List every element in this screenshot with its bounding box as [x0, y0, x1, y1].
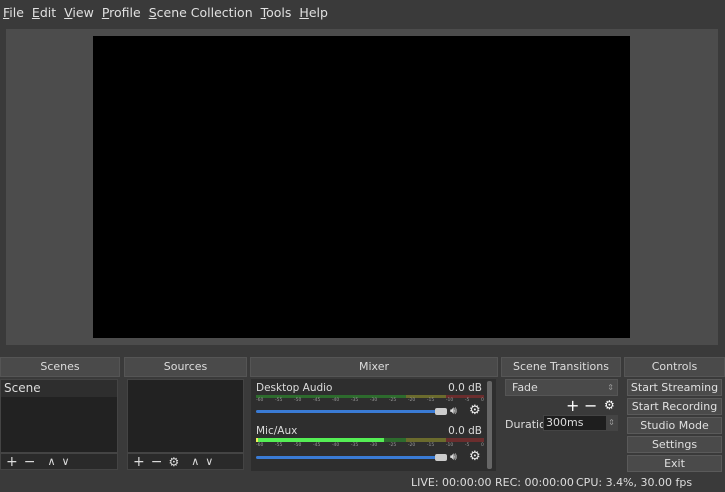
gear-icon[interactable]: ⚙ — [604, 398, 615, 412]
menu-help[interactable]: Help — [299, 5, 328, 20]
rec-time: REC: 00:00:00 — [495, 476, 574, 489]
transition-selected: Fade — [512, 381, 538, 394]
menu-scene-collection[interactable]: Scene Collection — [149, 5, 253, 20]
tick: -25 — [388, 443, 397, 448]
scenes-toolbar: + − ∧ ∨ — [0, 453, 118, 470]
sources-toolbar: + − ⚙ ∧ ∨ — [127, 453, 244, 470]
spinner-icon[interactable]: ⇕ — [606, 416, 617, 430]
add-icon[interactable]: + — [6, 454, 18, 470]
start-recording-button[interactable]: Start Recording — [627, 398, 722, 415]
tick: -5 — [464, 443, 470, 448]
mixer-scrollbar[interactable] — [487, 381, 492, 469]
channel-name: Mic/Aux — [256, 425, 298, 437]
duration-value: 300ms — [546, 416, 584, 429]
tick: 0 — [480, 443, 484, 448]
duration-input[interactable]: 300ms ⇕ — [543, 415, 618, 431]
gear-icon[interactable]: ⚙ — [168, 455, 179, 469]
channel-db: 0.0 dB — [448, 425, 482, 437]
scenes-list[interactable]: Scene — [0, 379, 118, 453]
meter-ticks: -60 -55 -50 -45 -40 -35 -30 -25 -20 -15 -10 -5 0 — [256, 443, 484, 448]
menu-tools[interactable]: Tools — [261, 5, 292, 20]
tick: -10 — [445, 398, 454, 403]
studio-mode-button[interactable]: Studio Mode — [627, 417, 722, 434]
tick: -15 — [426, 398, 435, 403]
tick: -35 — [350, 443, 359, 448]
remove-transition-icon[interactable]: − — [584, 396, 597, 415]
tick: -60 — [256, 398, 264, 403]
exit-button[interactable]: Exit — [627, 455, 722, 472]
tick: -40 — [331, 443, 340, 448]
channel-name: Desktop Audio — [256, 382, 333, 394]
tick: -50 — [293, 443, 302, 448]
menu-profile[interactable]: Profile — [102, 5, 141, 20]
tick: -45 — [312, 398, 321, 403]
volume-slider[interactable] — [256, 410, 436, 413]
tick: -10 — [445, 443, 454, 448]
add-transition-icon[interactable]: + — [566, 396, 579, 415]
tick: -30 — [369, 443, 378, 448]
volume-slider-handle[interactable] — [435, 454, 447, 461]
controls-dock-title: Controls — [624, 357, 725, 377]
menu-view[interactable]: View — [64, 5, 94, 20]
channel-db: 0.0 dB — [448, 382, 482, 394]
menu-bar: File Edit View Profile Scene Collection … — [0, 0, 725, 24]
volume-meter — [256, 438, 484, 442]
menu-file[interactable]: File — [3, 5, 24, 20]
gear-icon[interactable]: ⚙ — [469, 449, 481, 464]
add-icon[interactable]: + — [133, 454, 145, 470]
tick: -15 — [426, 443, 435, 448]
tick: -35 — [350, 398, 359, 403]
move-down-icon[interactable]: ∨ — [62, 455, 70, 468]
sources-list[interactable] — [127, 379, 244, 453]
sources-dock-title: Sources — [124, 357, 247, 377]
menu-edit[interactable]: Edit — [32, 5, 56, 20]
transitions-dock-title: Scene Transitions — [501, 357, 621, 377]
tick: -40 — [331, 398, 340, 403]
scenes-dock-title: Scenes — [0, 357, 120, 377]
cpu-fps: CPU: 3.4%, 30.00 fps — [576, 476, 693, 489]
tick: -60 — [256, 443, 264, 448]
tick: -55 — [274, 443, 283, 448]
move-down-icon[interactable]: ∨ — [205, 455, 213, 468]
meter-ticks: -60 -55 -50 -45 -40 -35 -30 -25 -20 -15 -10 -5 0 — [256, 398, 484, 403]
remove-icon[interactable]: − — [24, 454, 36, 470]
scene-item[interactable]: Scene — [1, 380, 117, 397]
chevron-updown-icon: ⇕ — [607, 383, 614, 392]
tick: 0 — [480, 398, 484, 403]
tick: -45 — [312, 443, 321, 448]
gear-icon[interactable]: ⚙ — [469, 403, 481, 418]
start-streaming-button[interactable]: Start Streaming — [627, 379, 722, 396]
tick: -30 — [369, 398, 378, 403]
status-bar: LIVE: 00:00:00 REC: 00:00:00 CPU: 3.4%, … — [0, 476, 725, 492]
speaker-icon[interactable]: 🔊︎ — [450, 404, 457, 418]
preview-canvas[interactable] — [93, 36, 630, 338]
volume-slider-handle[interactable] — [435, 408, 447, 415]
remove-icon[interactable]: − — [151, 454, 163, 470]
volume-slider[interactable] — [256, 456, 436, 459]
tick: -20 — [407, 443, 416, 448]
tick: -25 — [388, 398, 397, 403]
transition-select[interactable]: Fade ⇕ — [505, 379, 618, 396]
mixer-dock-title: Mixer — [250, 357, 498, 377]
live-time: LIVE: 00:00:00 — [411, 476, 492, 489]
tick: -50 — [293, 398, 302, 403]
tick: -55 — [274, 398, 283, 403]
settings-button[interactable]: Settings — [627, 436, 722, 453]
speaker-icon[interactable]: 🔊︎ — [450, 450, 457, 464]
move-up-icon[interactable]: ∧ — [47, 455, 55, 468]
move-up-icon[interactable]: ∧ — [191, 455, 199, 468]
tick: -20 — [407, 398, 416, 403]
